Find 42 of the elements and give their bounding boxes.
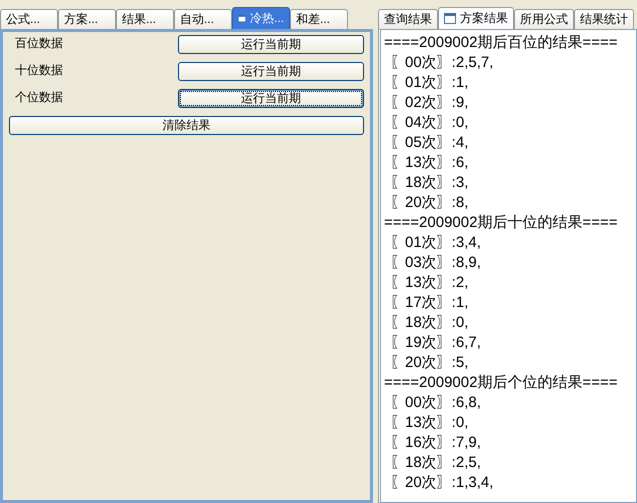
tab[interactable]: 结果...	[116, 9, 174, 29]
result-line: 〖13次〗:0,	[389, 413, 470, 433]
tab[interactable]: 查询结果	[378, 9, 438, 29]
result-header: ====2009002期后十位的结果====	[384, 213, 618, 233]
result-line: 〖00次〗:2,5,7,	[389, 53, 494, 73]
result-line: 〖02次〗:9,	[389, 93, 470, 113]
result-header: ====2009002期后百位的结果====	[384, 33, 618, 53]
tab[interactable]: 结果统计	[574, 9, 634, 29]
tab[interactable]: 方案结果	[438, 7, 514, 29]
result-line: 〖18次〗:3,	[389, 173, 470, 193]
tab[interactable]: 自动...	[174, 9, 232, 29]
result-line: 〖13次〗:6,	[389, 153, 470, 173]
result-line: 〖00次〗:6,8,	[389, 393, 482, 413]
result-line: 〖17次〗:1,	[389, 293, 470, 313]
run-button[interactable]: 运行当前期	[178, 89, 364, 108]
result-line: 〖16次〗:7,9,	[389, 433, 482, 453]
result-line: 〖18次〗:2,5,	[389, 453, 482, 473]
result-line: 〖19次〗:6,7,	[389, 333, 482, 353]
result-line: 〖13次〗:2,	[389, 273, 470, 293]
result-line: 〖01次〗:3,4,	[389, 233, 482, 253]
tab[interactable]: 和差...	[290, 9, 348, 29]
tab[interactable]: 冷热...	[232, 7, 290, 29]
window-icon	[444, 13, 456, 24]
row-label: 十位数据	[14, 62, 63, 79]
tab[interactable]: 公式...	[0, 9, 58, 29]
result-line: 〖18次〗:0,	[389, 313, 470, 333]
result-line: 〖04次〗:0,	[389, 113, 470, 133]
run-button[interactable]: 运行当前期	[178, 35, 364, 54]
window-icon	[238, 13, 246, 24]
result-line: 〖05次〗:4,	[389, 133, 470, 153]
result-line: 〖03次〗:8,9,	[389, 253, 482, 273]
row-label: 个位数据	[14, 89, 63, 106]
result-line: 〖20次〗:5,	[389, 353, 470, 373]
tab[interactable]: 方案...	[58, 9, 116, 29]
result-header: ====2009002期后个位的结果====	[384, 373, 618, 393]
run-button[interactable]: 运行当前期	[178, 62, 364, 81]
result-line: 〖20次〗:8,	[389, 193, 470, 213]
result-line: 〖01次〗:1,	[389, 73, 470, 93]
clear-button[interactable]: 清除结果	[9, 116, 364, 135]
result-line: 〖20次〗:1,3,4,	[389, 473, 494, 493]
tab[interactable]: 所用公式	[514, 9, 574, 29]
row-label: 百位数据	[14, 35, 63, 52]
